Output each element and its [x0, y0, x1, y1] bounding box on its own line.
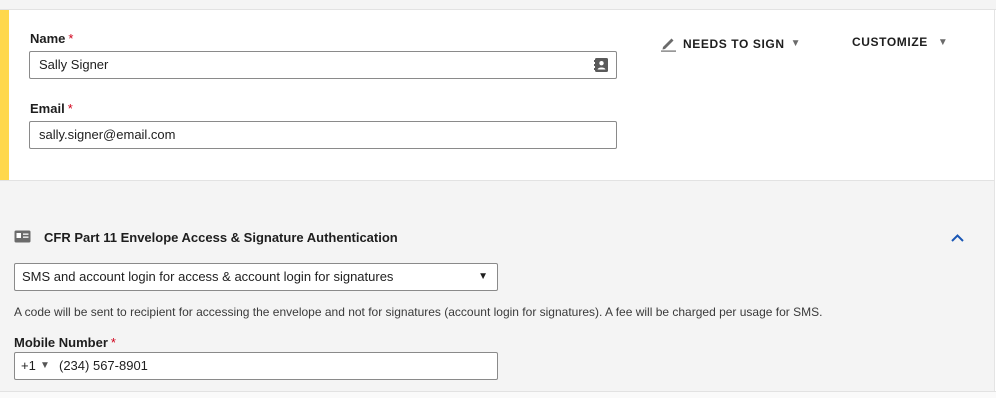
caret-down-icon: ▼ — [478, 271, 488, 282]
customize-dropdown[interactable]: CUSTOMIZE ▼ — [852, 35, 948, 49]
name-label: Name * — [30, 31, 73, 46]
caret-down-icon: ▼ — [790, 38, 802, 49]
email-label: Email * — [30, 101, 73, 116]
mobile-number-label-text: Mobile Number — [14, 335, 108, 350]
required-marker: * — [67, 101, 73, 116]
recipient-accent-bar — [0, 10, 9, 180]
pen-icon — [661, 38, 676, 52]
phone-number-input[interactable]: (234) 567-8901 — [59, 353, 148, 379]
required-marker: * — [110, 335, 116, 350]
country-code-select[interactable]: +1 — [21, 353, 36, 379]
name-label-text: Name — [30, 31, 66, 46]
auth-method-select[interactable]: SMS and account login for access & accou… — [14, 263, 498, 291]
needs-to-sign-label: NEEDS TO SIGN — [683, 36, 785, 51]
required-marker: * — [68, 31, 74, 46]
mobile-number-label: Mobile Number * — [14, 335, 116, 350]
customize-label: CUSTOMIZE — [852, 35, 928, 49]
country-code-value: +1 — [21, 358, 36, 373]
email-label-text: Email — [30, 101, 65, 116]
auth-section-title: CFR Part 11 Envelope Access & Signature … — [44, 230, 398, 245]
needs-to-sign-dropdown[interactable]: NEEDS TO SIGN ▼ — [660, 35, 801, 52]
email-value: sally.signer@email.com — [39, 127, 176, 142]
recipient-card — [0, 10, 995, 180]
email-input[interactable]: sally.signer@email.com — [29, 121, 617, 149]
id-card-icon — [14, 230, 31, 243]
caret-down-icon: ▼ — [937, 36, 949, 48]
address-book-icon[interactable] — [593, 57, 609, 73]
auth-helper-text: A code will be sent to recipient for acc… — [14, 305, 823, 319]
name-input[interactable]: Sally Signer — [29, 51, 617, 79]
top-divider — [0, 0, 996, 10]
chevron-up-icon[interactable] — [950, 233, 965, 243]
mobile-number-field: +1 ▼ (234) 567-8901 — [14, 352, 498, 380]
name-value: Sally Signer — [39, 57, 109, 72]
caret-down-icon[interactable]: ▼ — [40, 353, 50, 379]
auth-method-value: SMS and account login for access & accou… — [22, 269, 394, 284]
